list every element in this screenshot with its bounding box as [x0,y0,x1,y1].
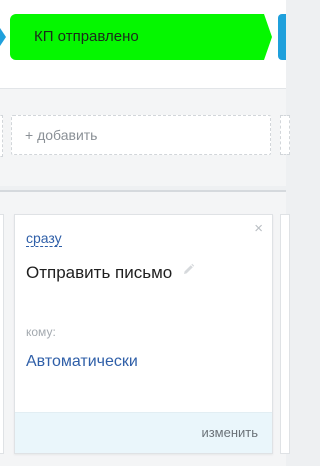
recipient-label: кому: [26,325,56,339]
stage-label: КП отправлено [34,28,139,45]
pipeline-stage-band: КП отправлено [0,0,286,88]
change-button[interactable]: изменить [201,413,258,453]
neighbor-card[interactable] [280,214,290,454]
neighbor-add-box[interactable] [280,115,290,155]
add-trigger-label: + добавить [25,127,98,143]
previous-stage-arrow[interactable] [0,28,6,46]
card-footer: изменить [15,412,272,453]
close-icon[interactable]: × [254,221,263,236]
timing-link[interactable]: сразу [26,231,62,247]
add-trigger-band: + добавить [0,89,290,186]
card-title-row: Отправить письмо [26,263,195,283]
neighbor-add-box[interactable] [0,115,3,157]
trigger-cards-band: × сразу Отправить письмо кому: Автоматич… [0,192,290,466]
neighbor-card[interactable] [0,214,4,454]
stage-pill[interactable]: КП отправлено [10,14,272,60]
trigger-card[interactable]: × сразу Отправить письмо кому: Автоматич… [14,214,273,454]
pencil-icon[interactable] [182,263,195,281]
add-trigger-button[interactable]: + добавить [11,115,271,155]
recipient-value-link[interactable]: Автоматически [26,353,138,371]
card-title: Отправить письмо [26,263,173,282]
next-stage-pill[interactable] [278,14,286,60]
